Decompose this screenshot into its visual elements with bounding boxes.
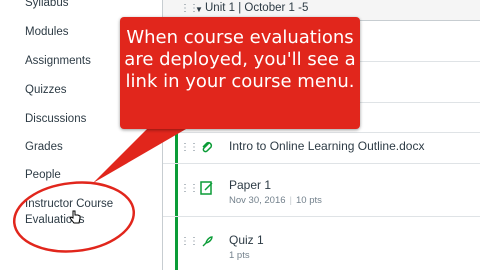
highlight-circle	[12, 181, 136, 253]
hand-cursor-icon	[69, 210, 81, 224]
